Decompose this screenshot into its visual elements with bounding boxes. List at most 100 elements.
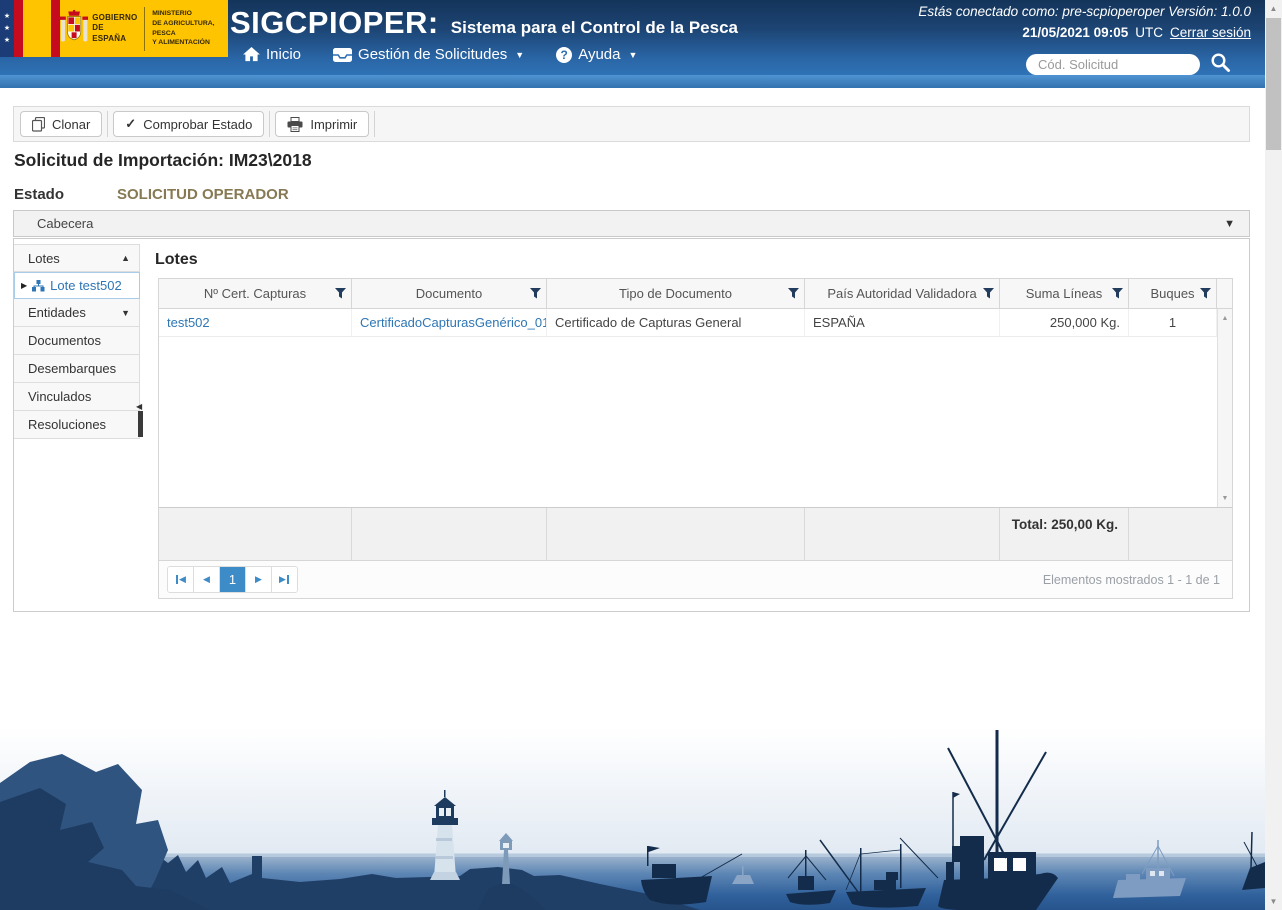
- scroll-up-icon[interactable]: ▲: [1218, 311, 1232, 325]
- footer-cell: [159, 508, 352, 560]
- toolbar-separator: [107, 111, 108, 137]
- column-label: Documento: [416, 286, 482, 301]
- sigcpioper-app: ★ ★ ★: [0, 0, 1282, 910]
- app-subtitle: Sistema para el Control de la Pesca: [451, 18, 738, 38]
- sidebar-item-lotes[interactable]: Lotes ▲: [14, 244, 140, 272]
- cell-documento-link[interactable]: CertificadoCapturasGenérico_01...: [352, 309, 547, 336]
- scroll-down-icon[interactable]: ▼: [1265, 893, 1282, 910]
- check-status-button[interactable]: ✓ Comprobar Estado: [113, 111, 264, 137]
- print-button[interactable]: Imprimir: [275, 111, 369, 137]
- lot-group-icon: [32, 280, 45, 292]
- clone-button[interactable]: Clonar: [20, 111, 102, 137]
- sidebar-item-desembarques[interactable]: Desembarques: [14, 355, 140, 383]
- scroll-up-icon[interactable]: ▲: [1265, 0, 1282, 17]
- sidebar-item-label: Desembarques: [28, 361, 116, 376]
- eu-star-icon: ★: [4, 13, 10, 20]
- search-input[interactable]: [1026, 54, 1200, 75]
- chevron-up-icon: ▲: [121, 253, 130, 263]
- inbox-icon: [333, 48, 352, 62]
- content-panel: Lotes ▲ ▶ Lote test502 Entidades ▼ Docum…: [13, 238, 1250, 612]
- nav-item-ayuda[interactable]: ? Ayuda ▼: [556, 46, 637, 63]
- column-header-pais[interactable]: País Autoridad Validadora: [805, 279, 1000, 308]
- nav-label: Ayuda: [578, 46, 620, 63]
- cabecera-label: Cabecera: [37, 216, 93, 231]
- page-title: Solicitud de Importación: IM23\2018: [14, 150, 312, 171]
- estado-row: EstadoSOLICITUD OPERADOR: [14, 186, 289, 203]
- next-page-icon: ▶: [255, 574, 262, 585]
- column-header-suma-lineas[interactable]: Suma Líneas: [1000, 279, 1129, 308]
- printer-icon: [287, 117, 303, 132]
- timezone-label: UTC: [1135, 25, 1163, 40]
- help-icon: ?: [556, 47, 572, 63]
- last-page-icon: ▶: [279, 574, 286, 585]
- filter-funnel-icon[interactable]: [530, 288, 541, 299]
- sidebar-item-lote-test502[interactable]: ▶ Lote test502: [14, 272, 140, 299]
- toolbar-separator: [374, 111, 375, 137]
- chevron-down-icon: ▼: [515, 50, 524, 60]
- sidebar-collapse-icon[interactable]: ◀: [136, 402, 142, 411]
- filter-funnel-icon[interactable]: [1200, 288, 1211, 299]
- cell-tipo-documento: Certificado de Capturas General: [547, 309, 805, 336]
- button-label: Imprimir: [310, 117, 357, 132]
- button-label: Clonar: [52, 117, 90, 132]
- filter-funnel-icon[interactable]: [788, 288, 799, 299]
- grid-footer-row: Total: 250,00 Kg.: [159, 507, 1232, 561]
- column-label: Tipo de Documento: [619, 286, 732, 301]
- chevron-right-icon[interactable]: ▶: [21, 281, 27, 290]
- sidebar-item-resoluciones[interactable]: Resoluciones: [14, 411, 140, 439]
- nav-label: Gestión de Solicitudes: [358, 46, 507, 63]
- table-row[interactable]: test502 CertificadoCapturasGenérico_01..…: [159, 309, 1232, 337]
- sidebar-item-label: Documentos: [28, 333, 101, 348]
- eu-star-icon: ★: [4, 37, 10, 44]
- nav-item-inicio[interactable]: Inicio: [243, 46, 301, 63]
- column-header-cert-capturas[interactable]: Nº Cert. Capturas: [159, 279, 352, 308]
- column-header-buques[interactable]: Buques: [1129, 279, 1217, 308]
- section-title: Lotes: [155, 251, 198, 269]
- main-nav: Inicio Gestión de Solicitudes ▼ ? Ayuda …: [243, 46, 637, 63]
- sidebar-drag-handle[interactable]: [138, 411, 143, 437]
- pager-last-button[interactable]: ▶: [272, 567, 297, 592]
- government-logo: ★ ★ ★: [0, 0, 228, 57]
- current-datetime: 21/05/2021 09:05: [1022, 25, 1128, 40]
- footer-cell: [547, 508, 805, 560]
- coastal-footer-illustration: [0, 728, 1265, 910]
- page-scrollbar[interactable]: ▲ ▼: [1265, 0, 1282, 910]
- filter-funnel-icon[interactable]: [1112, 288, 1123, 299]
- column-header-tipo-documento[interactable]: Tipo de Documento: [547, 279, 805, 308]
- column-label: Buques: [1150, 286, 1194, 301]
- column-header-documento[interactable]: Documento: [352, 279, 547, 308]
- cell-cert-capturas-link[interactable]: test502: [159, 309, 352, 336]
- total-label: Total: 250,00 Kg.: [1000, 508, 1129, 560]
- filter-funnel-icon[interactable]: [335, 288, 346, 299]
- button-label: Comprobar Estado: [143, 117, 252, 132]
- header-bottom-strip: [0, 75, 1282, 88]
- grid-vertical-scrollbar[interactable]: ▲ ▼: [1217, 309, 1232, 507]
- sidebar-item-label: Entidades: [28, 305, 86, 320]
- status-badge: SOLICITUD OPERADOR: [117, 186, 289, 203]
- app-header: ★ ★ ★: [0, 0, 1282, 75]
- logo-divider: [144, 7, 145, 51]
- pager-next-button[interactable]: ▶: [246, 567, 272, 592]
- pager-summary: Elementos mostrados 1 - 1 de 1: [1043, 573, 1220, 587]
- filter-funnel-icon[interactable]: [983, 288, 994, 299]
- scrollbar-thumb[interactable]: [1266, 18, 1281, 150]
- sidebar: Lotes ▲ ▶ Lote test502 Entidades ▼ Docum…: [14, 244, 140, 439]
- sidebar-item-label: Vinculados: [28, 389, 91, 404]
- scroll-down-icon[interactable]: ▼: [1218, 491, 1232, 505]
- pager-page-button[interactable]: 1: [220, 567, 246, 592]
- pager-first-button[interactable]: ◀: [168, 567, 194, 592]
- cabecera-expander[interactable]: Cabecera ▼: [13, 210, 1250, 237]
- pagination: ◀ ◀ 1 ▶ ▶: [167, 566, 298, 593]
- spain-flag-red-strip: [14, 0, 23, 57]
- sidebar-item-vinculados[interactable]: Vinculados: [14, 383, 140, 411]
- pager-prev-button[interactable]: ◀: [194, 567, 220, 592]
- datetime-row: 21/05/2021 09:05 UTC Cerrar sesión: [1022, 25, 1251, 40]
- search-icon[interactable]: [1210, 52, 1230, 72]
- logout-link[interactable]: Cerrar sesión: [1170, 25, 1251, 40]
- nav-item-gestion-solicitudes[interactable]: Gestión de Solicitudes ▼: [333, 46, 524, 63]
- chevron-down-icon: ▼: [121, 308, 130, 318]
- sidebar-item-documentos[interactable]: Documentos: [14, 327, 140, 355]
- spain-flag-yellow-strip: [23, 0, 51, 57]
- scrollbar-spacer: [1217, 279, 1232, 308]
- sidebar-item-entidades[interactable]: Entidades ▼: [14, 299, 140, 327]
